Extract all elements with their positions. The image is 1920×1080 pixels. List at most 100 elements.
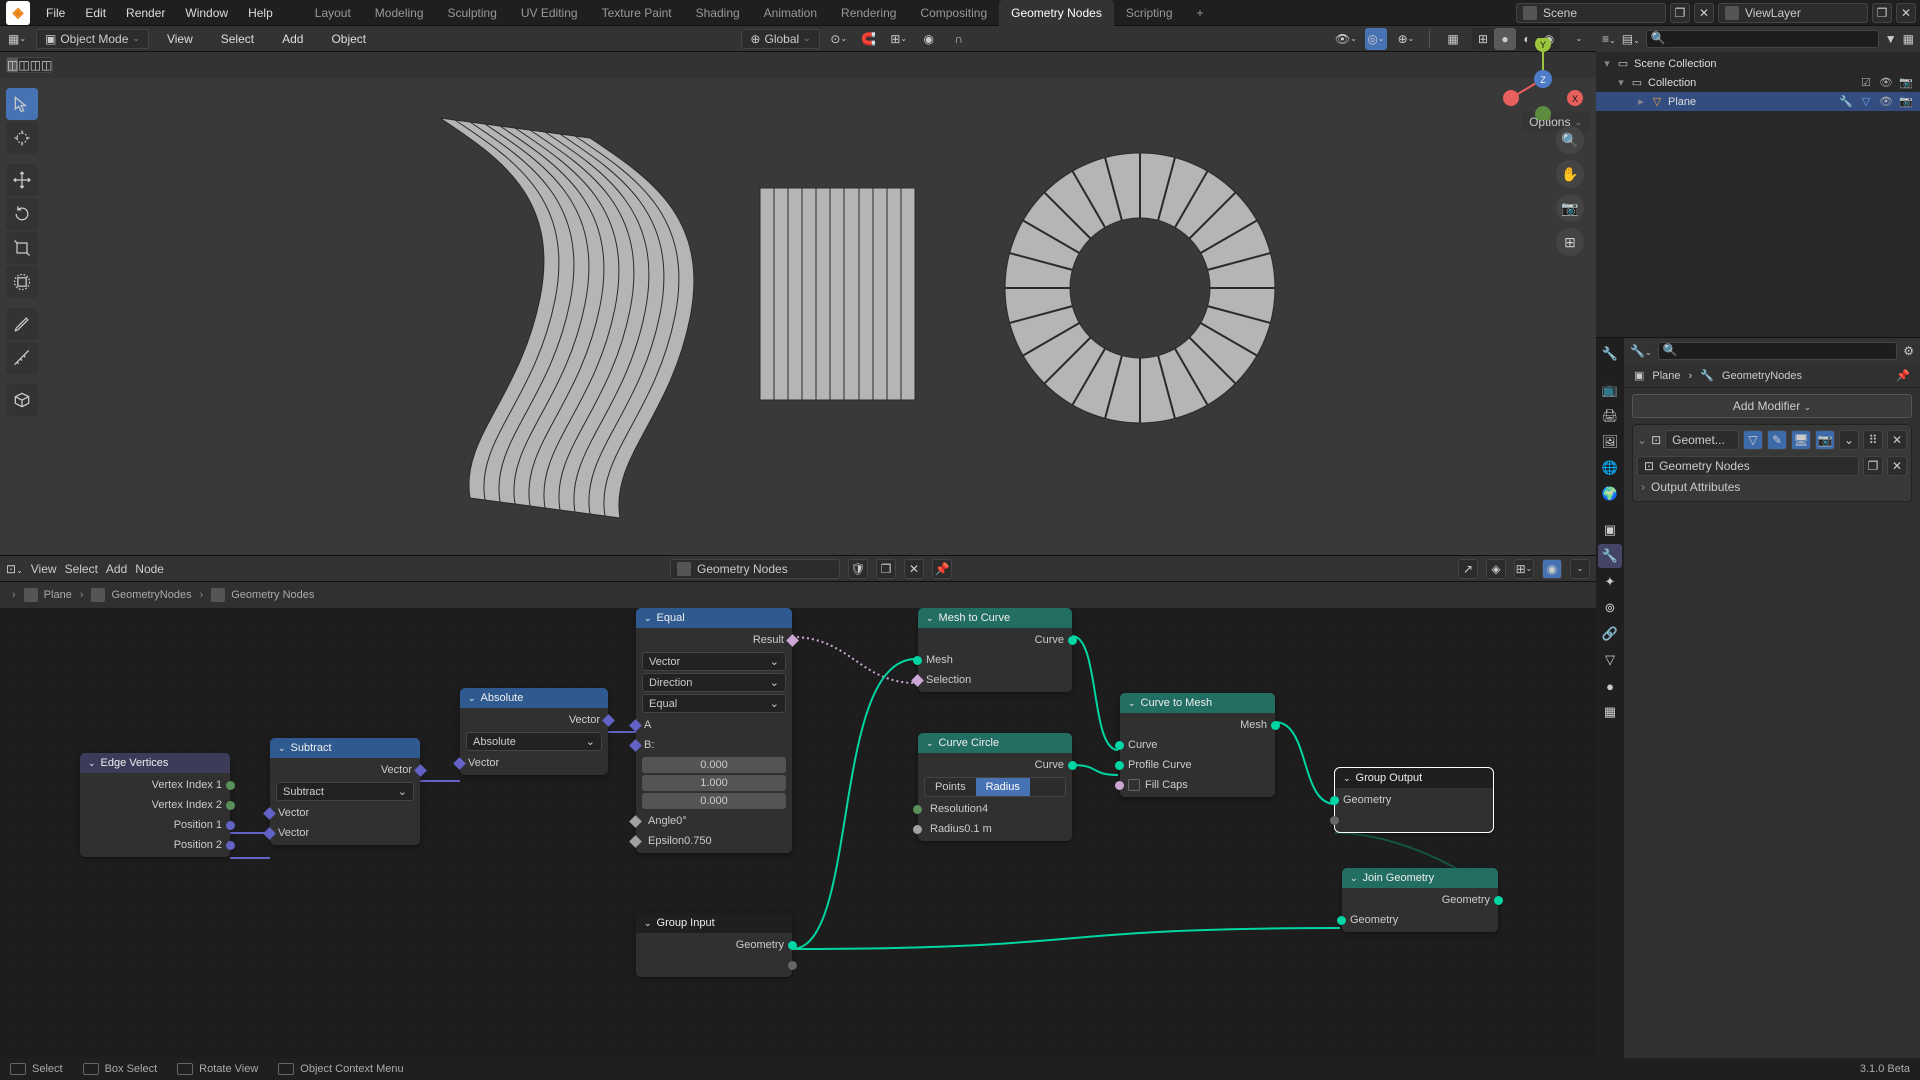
mod-toggle-render[interactable]: 📷 xyxy=(1815,430,1835,450)
node-join-geometry[interactable]: ⌄Join Geometry Geometry Geometry xyxy=(1342,868,1498,932)
editor-type-node-icon[interactable]: ⊡⌄ xyxy=(6,562,23,576)
ptab-tool[interactable]: 🔧 xyxy=(1598,342,1622,366)
disable-render-icon[interactable]: 📷 xyxy=(1898,76,1914,89)
geometry-node-editor[interactable]: ⊡⌄ View Select Add Node Geometry Nodes 🛡… xyxy=(0,556,1596,1058)
tree-scene-collection[interactable]: ▾▭ Scene Collection xyxy=(1596,54,1920,73)
ne-menu-view[interactable]: View xyxy=(31,562,57,576)
tab-uv-editing[interactable]: UV Editing xyxy=(509,0,590,26)
proportional-falloff[interactable]: ∩ xyxy=(948,28,970,50)
scene-delete-button[interactable]: ✕ xyxy=(1694,3,1714,23)
ptab-material[interactable]: ● xyxy=(1598,674,1622,698)
ne-toggle-2[interactable]: ◈ xyxy=(1486,559,1506,579)
properties-search[interactable]: 🔍 xyxy=(1658,342,1898,360)
select-mode-2[interactable]: ◫ xyxy=(18,58,29,72)
proportional-edit[interactable]: ◉ xyxy=(918,28,940,50)
mod-toggle-realtime[interactable]: 🖥 xyxy=(1791,430,1811,450)
menu-render[interactable]: Render xyxy=(116,0,175,26)
persp-ortho-icon[interactable]: ⊞ xyxy=(1556,228,1584,256)
mod-drag-icon[interactable]: ⠿ xyxy=(1863,430,1883,450)
ne-menu-add[interactable]: Add xyxy=(106,562,127,576)
equal-mode-selector[interactable]: Direction⌄ xyxy=(642,673,786,692)
nodegroup-selector[interactable]: Geometry Nodes xyxy=(670,559,840,579)
ptab-texture[interactable]: ▦ xyxy=(1598,700,1622,724)
tab-geometry-nodes[interactable]: Geometry Nodes xyxy=(999,0,1114,26)
node-curve-to-mesh[interactable]: ⌄Curve to Mesh Mesh Curve Profile Curve … xyxy=(1120,693,1275,797)
select-mode-4[interactable]: ◫ xyxy=(41,58,52,72)
equal-b-x[interactable]: 0.000 xyxy=(642,757,786,773)
add-modifier-button[interactable]: Add Modifier ⌄ xyxy=(1632,394,1912,418)
nodegroup-unlink[interactable]: ✕ xyxy=(904,559,924,579)
mod-toggle-1[interactable]: ▽ xyxy=(1743,430,1763,450)
outliner-filter[interactable]: ▼ xyxy=(1885,32,1897,46)
ne-toggle-overlay[interactable]: ◉ xyxy=(1542,559,1562,579)
zoom-icon[interactable]: 🔍 xyxy=(1556,126,1584,154)
nodegroup-field[interactable]: ⊡ Geometry Nodes xyxy=(1637,456,1859,476)
exclude-checkbox[interactable]: ☑ xyxy=(1858,76,1874,89)
node-curve-circle[interactable]: ⌄Curve Circle Curve Points Radius Resolu… xyxy=(918,733,1072,841)
equal-b-z[interactable]: 0.000 xyxy=(642,793,786,809)
properties-options[interactable]: ⚙ xyxy=(1903,344,1914,358)
pan-icon[interactable]: ✋ xyxy=(1556,160,1584,188)
tab-rendering[interactable]: Rendering xyxy=(829,0,908,26)
viewport-menu-object[interactable]: Object xyxy=(321,32,376,46)
equal-type-selector[interactable]: Vector⌄ xyxy=(642,652,786,671)
tab-scripting[interactable]: Scripting xyxy=(1114,0,1185,26)
node-vector-absolute[interactable]: ⌄Absolute Vector Absolute⌄ Vector xyxy=(460,688,608,775)
tab-animation[interactable]: Animation xyxy=(752,0,829,26)
node-mesh-to-curve[interactable]: ⌄Mesh to Curve Curve Mesh Selection xyxy=(918,608,1072,692)
nodegroup-new[interactable]: ❐ xyxy=(876,559,896,579)
tab-sculpting[interactable]: Sculpting xyxy=(436,0,509,26)
ptab-physics[interactable]: ⊚ xyxy=(1598,596,1622,620)
tab-shading[interactable]: Shading xyxy=(684,0,752,26)
nodegroup-new-btn[interactable]: ❐ xyxy=(1863,456,1883,476)
tree-collection[interactable]: ▾▭ Collection ☑ 👁 📷 xyxy=(1596,73,1920,92)
ptab-object[interactable]: ▣ xyxy=(1598,518,1622,542)
mod-delete[interactable]: ✕ xyxy=(1887,430,1907,450)
xray-toggle[interactable]: ▦ xyxy=(1442,28,1464,50)
node-vector-subtract[interactable]: ⌄Subtract Vector Subtract⌄ Vector Vector xyxy=(270,738,420,845)
pin-icon[interactable]: 📌 xyxy=(1896,369,1910,382)
ptab-scene[interactable]: 🌐 xyxy=(1598,456,1622,480)
modifier-name-field[interactable]: Geomet... xyxy=(1665,430,1739,450)
ptab-data[interactable]: ▽ xyxy=(1598,648,1622,672)
ptab-modifiers[interactable]: 🔧 xyxy=(1598,544,1622,568)
scene-new-button[interactable]: ❐ xyxy=(1670,3,1690,23)
node-group-output[interactable]: ⌄Group Output Geometry xyxy=(1335,768,1493,832)
tab-compositing[interactable]: Compositing xyxy=(908,0,999,26)
menu-help[interactable]: Help xyxy=(238,0,283,26)
viewlayer-selector[interactable]: ViewLayer xyxy=(1718,3,1868,23)
navigation-gizmo[interactable]: Y X Z xyxy=(1502,38,1584,120)
equal-op-selector[interactable]: Equal⌄ xyxy=(642,694,786,713)
pivot-selector[interactable]: ⊙⌄ xyxy=(828,28,850,50)
snap-toggle[interactable]: 🧲 xyxy=(858,28,880,50)
viewport-menu-add[interactable]: Add xyxy=(272,32,313,46)
menu-edit[interactable]: Edit xyxy=(75,0,116,26)
ne-menu-node[interactable]: Node xyxy=(135,562,164,576)
ptab-world[interactable]: 🌍 xyxy=(1598,482,1622,506)
node-edge-vertices[interactable]: ⌄Edge Vertices Vertex Index 1 Vertex Ind… xyxy=(80,753,230,857)
outliner-display-mode[interactable]: ▤⌄ xyxy=(1622,32,1640,46)
equal-epsilon[interactable]: Epsilon0.750 xyxy=(648,835,784,847)
3d-viewport[interactable]: ▦⌄ ▣ Object Mode ⌄ View Select Add Objec… xyxy=(0,26,1596,556)
fill-caps-checkbox[interactable] xyxy=(1128,779,1140,791)
ne-toggle-3[interactable]: ⊞⌄ xyxy=(1514,559,1534,579)
camera-icon[interactable]: 📷 xyxy=(1556,194,1584,222)
equal-b-y[interactable]: 1.000 xyxy=(642,775,786,791)
nodegroup-pin[interactable]: 📌 xyxy=(932,559,952,579)
tree-object-plane[interactable]: ▸▽ Plane 🔧 ▽ 👁 📷 xyxy=(1596,92,1920,111)
equal-angle[interactable]: Angle0° xyxy=(648,815,784,827)
ne-toggle-1[interactable]: ↗ xyxy=(1458,559,1478,579)
shading-wireframe[interactable]: ⊞ xyxy=(1472,28,1494,50)
circle-radius[interactable]: Radius0.1 m xyxy=(930,823,1064,835)
outliner-new-collection[interactable]: ▦ xyxy=(1903,32,1914,46)
nodegroup-fake-user[interactable]: 🛡 xyxy=(848,559,868,579)
ptab-render[interactable]: 📺 xyxy=(1598,378,1622,402)
ne-menu-select[interactable]: Select xyxy=(65,562,98,576)
menu-window[interactable]: Window xyxy=(175,0,238,26)
scene-selector[interactable]: Scene xyxy=(1516,3,1666,23)
viewlayer-new-button[interactable]: ❐ xyxy=(1872,3,1892,23)
viewport-menu-view[interactable]: View xyxy=(157,32,203,46)
hide-viewport-icon[interactable]: 👁 xyxy=(1878,76,1894,89)
mode-selector[interactable]: ▣ Object Mode ⌄ xyxy=(36,29,149,49)
select-mode-1[interactable]: ◫ xyxy=(7,58,18,72)
